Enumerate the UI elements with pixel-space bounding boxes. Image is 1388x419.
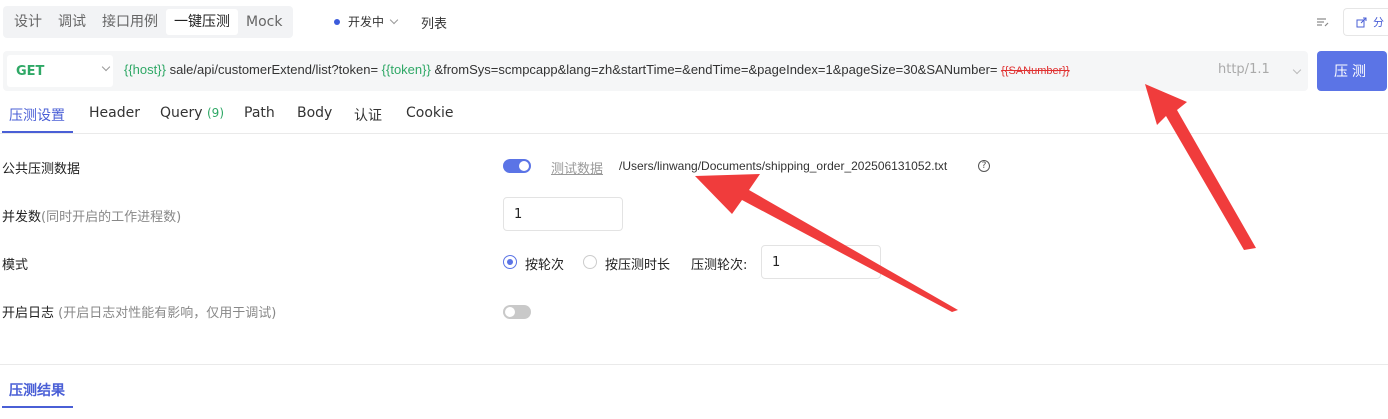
list-link[interactable]: 列表 — [421, 13, 447, 32]
tab-load-test[interactable]: 一键压测 — [166, 9, 238, 35]
tab-debug[interactable]: 调试 — [50, 9, 94, 35]
environment-label: 开发中 — [348, 15, 385, 29]
method-label: GET — [16, 63, 45, 79]
log-label-text: 开启日志 — [2, 306, 55, 321]
toggle-knob — [519, 161, 529, 171]
mode-radio-rounds[interactable] — [503, 255, 517, 269]
section-divider — [0, 364, 1388, 365]
toggle-knob — [505, 307, 515, 317]
url-sanumber-variable: {{SANumber}} — [1001, 65, 1070, 77]
settings-tabs: 压测设置 Header Query (9) Path Body 认证 Cooki… — [0, 96, 1388, 134]
tab-design[interactable]: 设计 — [6, 9, 50, 35]
log-label: 开启日志 (开启日志对性能有影响，仅用于调试) — [2, 302, 276, 321]
data-file-path: /Users/linwang/Documents/shipping_order_… — [619, 159, 948, 173]
active-tab-indicator — [2, 406, 73, 408]
tab-load-results[interactable]: 压测结果 — [9, 380, 65, 400]
concurrency-label-text: 并发数 — [2, 210, 42, 225]
load-test-page: 设计 调试 接口用例 一键压测 Mock 开发中 列表 分 GET {{host… — [0, 0, 1388, 419]
public-data-label: 公共压测数据 — [2, 162, 81, 177]
url-host-variable: {{host}} — [124, 62, 166, 77]
format-icon[interactable] — [1315, 14, 1331, 30]
test-data-link[interactable]: 测试数据 — [551, 158, 603, 177]
tab-query-label: Query — [160, 105, 203, 121]
mode-duration-label[interactable]: 按压测时长 — [605, 254, 670, 273]
tab-query[interactable]: Query (9) — [160, 105, 224, 121]
top-bar: 设计 调试 接口用例 一键压测 Mock 开发中 列表 分 — [0, 0, 1388, 44]
arrow-to-file-path-icon — [695, 174, 958, 312]
share-button[interactable]: 分 — [1343, 8, 1388, 36]
chevron-down-icon — [1292, 65, 1302, 75]
rounds-label: 压测轮次: — [691, 258, 748, 273]
help-icon[interactable]: ? — [978, 160, 990, 172]
public-data-toggle[interactable] — [503, 159, 531, 173]
tab-body[interactable]: Body — [297, 105, 332, 121]
tab-query-count: (9) — [207, 106, 224, 120]
method-select[interactable]: GET — [7, 55, 113, 87]
url-token-variable: {{token}} — [381, 62, 431, 77]
mode-rounds-label[interactable]: 按轮次 — [525, 254, 564, 273]
tab-auth[interactable]: 认证 — [354, 105, 382, 125]
url-input[interactable]: {{host}} sale/api/customerExtend/list?to… — [124, 62, 1070, 77]
environment-select[interactable]: 开发中 — [334, 13, 399, 30]
concurrency-input[interactable]: 1 — [503, 197, 623, 231]
mode-label: 模式 — [2, 258, 29, 273]
log-toggle[interactable] — [503, 305, 531, 319]
tab-load-settings[interactable]: 压测设置 — [9, 105, 65, 125]
mode-radio-duration[interactable] — [583, 255, 597, 269]
active-tab-indicator — [2, 131, 73, 133]
request-url-bar: GET {{host}} sale/api/customerExtend/lis… — [3, 51, 1308, 91]
chevron-down-icon — [101, 62, 111, 72]
concurrency-hint: (同时开启的工作进程数) — [41, 210, 182, 225]
tab-cookie[interactable]: Cookie — [406, 105, 454, 121]
top-tab-group: 设计 调试 接口用例 一键压测 Mock — [3, 6, 294, 38]
tab-header[interactable]: Header — [89, 105, 140, 121]
share-label: 分 — [1373, 16, 1384, 29]
chevron-down-icon — [389, 15, 399, 24]
log-hint: (开启日志对性能有影响，仅用于调试) — [54, 306, 277, 321]
protocol-select[interactable]: http/1.1 — [1218, 62, 1302, 77]
tab-test-cases[interactable]: 接口用例 — [94, 9, 166, 35]
run-load-test-button[interactable]: 压测 — [1317, 51, 1387, 91]
url-query: &fromSys=scmpcapp&lang=zh&startTime=&end… — [430, 62, 1002, 77]
tab-path[interactable]: Path — [244, 105, 275, 121]
share-icon — [1356, 17, 1367, 27]
protocol-label: http/1.1 — [1218, 62, 1270, 77]
url-path: sale/api/customerExtend/list?token= — [165, 62, 382, 77]
rounds-input[interactable]: 1 — [761, 245, 881, 279]
concurrency-label: 并发数(同时开启的工作进程数) — [2, 206, 181, 225]
status-dot-icon — [334, 18, 340, 25]
tab-mock[interactable]: Mock — [238, 9, 290, 35]
